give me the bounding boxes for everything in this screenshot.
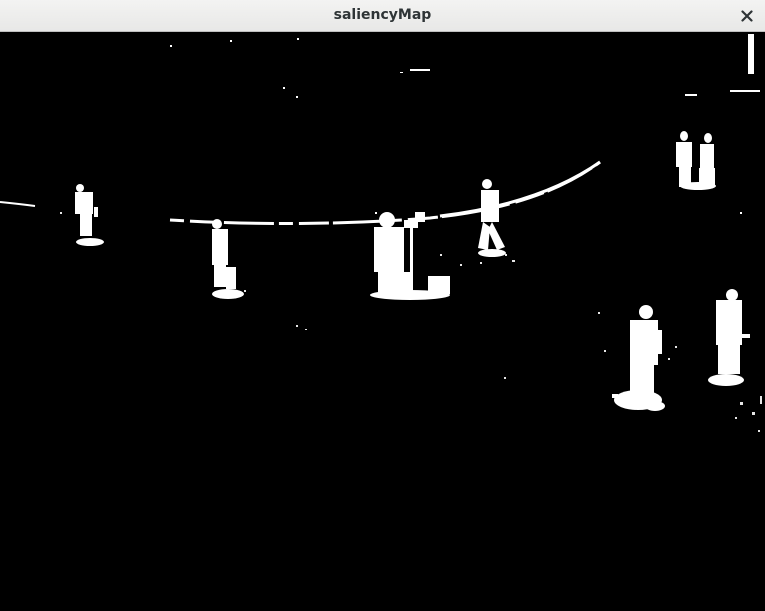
close-button[interactable] [735, 4, 759, 28]
window-title: saliencyMap [333, 7, 432, 23]
saliency-map-image [0, 32, 765, 611]
close-icon [741, 10, 753, 22]
app-window: saliencyMap [0, 0, 765, 611]
saliency-map-graphic [0, 32, 765, 611]
title-bar[interactable]: saliencyMap [0, 0, 765, 32]
